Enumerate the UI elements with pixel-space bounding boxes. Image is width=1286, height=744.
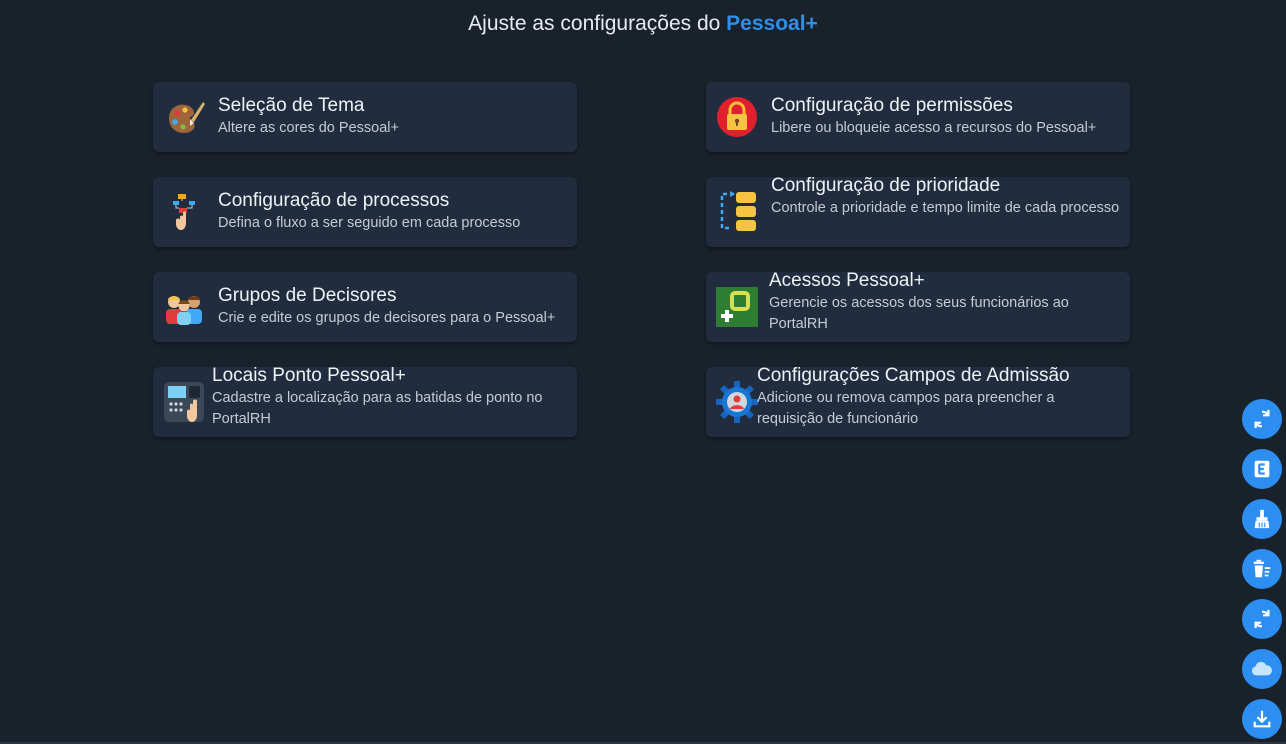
cloud-icon: [1251, 661, 1272, 676]
letter-e-icon: [1254, 460, 1270, 478]
download-button[interactable]: [1242, 699, 1282, 739]
card-description: Cadastre a localização para as batidas d…: [212, 390, 543, 427]
clean-button[interactable]: [1242, 499, 1282, 539]
card-admission-fields[interactable]: Configurações Campos de Admissão Adicion…: [706, 365, 1130, 437]
card-title: Locais Ponto Pessoal+: [212, 365, 406, 386]
palette-icon: [169, 102, 205, 133]
sync-icon: [1254, 609, 1270, 629]
card-time-clock-locations[interactable]: Locais Ponto Pessoal+ Cadastre a localiz…: [153, 365, 577, 437]
brand-name: Pessoal+: [726, 12, 818, 35]
card-title: Grupos de Decisores: [218, 285, 397, 306]
delete-list-button[interactable]: [1242, 549, 1282, 589]
card-title: Configuração de processos: [218, 190, 450, 211]
priority-stack-icon: [720, 191, 756, 231]
cloud-button[interactable]: [1242, 649, 1282, 689]
card-description: Libere ou bloqueie acesso a recursos do …: [771, 120, 1097, 136]
broom-icon: [1254, 509, 1270, 529]
card-priority-config[interactable]: Configuração de prioridade Controle a pr…: [706, 175, 1130, 247]
admission-gear-icon: [716, 381, 758, 423]
card-description: Adicione ou remova campos para preencher…: [757, 390, 1055, 427]
card-access-management[interactable]: Acessos Pessoal+ Gerencie os acessos dos…: [706, 270, 1130, 342]
refresh-button[interactable]: [1242, 399, 1282, 439]
e-button[interactable]: [1242, 449, 1282, 489]
card-title: Configuração de permissões: [771, 95, 1013, 116]
card-description: Crie e edite os grupos de decisores para…: [218, 310, 556, 326]
card-description: Gerencie os acessos dos seus funcionário…: [769, 295, 1069, 332]
card-decision-groups[interactable]: Grupos de Decisores Crie e edite os grup…: [153, 272, 577, 342]
page-title-text: Ajuste as configurações do: [468, 12, 721, 35]
card-title: Seleção de Tema: [218, 95, 365, 116]
card-title: Acessos Pessoal+: [769, 270, 925, 291]
people-group-icon: [166, 296, 202, 325]
card-description: Controle a prioridade e tempo limite de …: [771, 200, 1120, 216]
page-title: Ajuste as configurações do Pessoal+: [0, 12, 1286, 36]
trash-list-icon: [1253, 559, 1271, 578]
download-icon: [1253, 710, 1271, 728]
card-permissions-config[interactable]: Configuração de permissões Libere ou blo…: [706, 82, 1130, 152]
card-title: Configurações Campos de Admissão: [757, 365, 1070, 386]
sync-button[interactable]: [1242, 599, 1282, 639]
card-description: Altere as cores do Pessoal+: [218, 120, 399, 136]
refresh-icon: [1254, 409, 1270, 429]
padlock-icon: [717, 97, 757, 137]
card-description: Defina o fluxo a ser seguido em cada pro…: [218, 215, 521, 231]
process-flow-icon: [173, 194, 195, 230]
time-clock-icon: [164, 382, 204, 422]
card-title: Configuração de prioridade: [771, 175, 1001, 196]
access-key-icon: [716, 287, 758, 327]
card-process-config[interactable]: Configuração de processos Defina o fluxo…: [153, 177, 577, 247]
card-theme-selection[interactable]: Seleção de Tema Altere as cores do Pesso…: [153, 82, 577, 152]
